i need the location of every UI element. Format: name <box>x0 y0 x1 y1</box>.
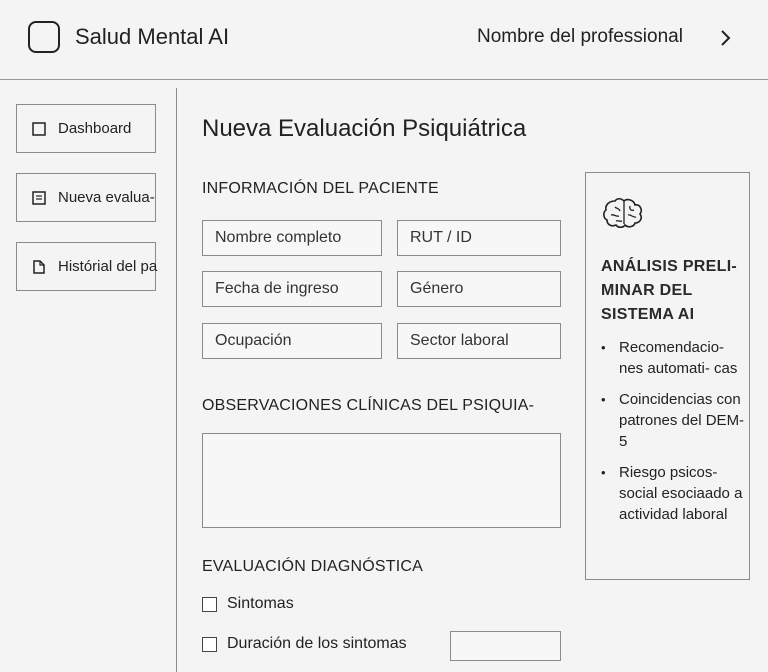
diagnostic-heading: EVALUACIÓN DIAGNÓSTICA <box>202 558 424 575</box>
list-item: Recomendacio- nes automati- cas <box>601 337 747 379</box>
professional-name-link[interactable]: Nombre del professional <box>477 26 683 48</box>
sidebar-item-label: Histórial del pa <box>58 258 158 275</box>
admission-date-input[interactable] <box>202 271 382 307</box>
clinical-observations-textarea[interactable] <box>202 433 561 528</box>
list-item: Riesgo psicos- social esociaado a activi… <box>601 462 747 525</box>
symptoms-label: Sintomas <box>227 595 294 612</box>
clinical-observations-heading: OBSERVACIONES CLÍNICAS DEL PSIQUIA- <box>202 397 535 414</box>
ai-recommendations-list: Recomendacio- nes automati- cas Coincide… <box>601 337 747 535</box>
app-header: Salud Mental AI Nombre del professional <box>0 0 768 80</box>
full-name-input[interactable] <box>202 220 382 256</box>
symptom-duration-input[interactable] <box>450 631 561 661</box>
sidebar-divider <box>176 88 177 672</box>
page-title: Nueva Evaluación Psiquiátrica <box>202 115 527 142</box>
sidebar-item-historial[interactable]: Histórial del pa <box>16 242 158 291</box>
form-icon <box>32 191 46 205</box>
list-item: Coincidencias con patrones del DEM-5 <box>601 389 747 452</box>
occupation-input[interactable] <box>202 323 382 359</box>
square-icon <box>32 122 46 136</box>
sidebar-item-nueva-evaluacion[interactable]: Nueva evalua- <box>16 173 156 222</box>
symptoms-checkbox[interactable] <box>202 597 217 612</box>
document-icon <box>33 260 45 274</box>
ai-analysis-panel: ANÁLISIS PRELI- MINAR DEL SISTEMA AI Rec… <box>585 172 750 580</box>
ai-panel-title: ANÁLISIS PRELI- MINAR DEL SISTEMA AI <box>601 258 738 323</box>
sidebar-item-dashboard[interactable]: Dashboard <box>16 104 156 153</box>
chevron-right-icon[interactable] <box>716 29 734 47</box>
patient-info-heading: INFORMACIÓN DEL PACIENTE <box>202 180 439 197</box>
duration-checkbox[interactable] <box>202 637 217 652</box>
sidebar-item-label: Dashboard <box>58 120 132 137</box>
rut-id-input[interactable] <box>397 220 561 256</box>
gender-input[interactable] <box>397 271 561 307</box>
duration-label: Duración de los sintomas <box>227 635 407 652</box>
sidebar-item-label: Nueva evalua- <box>58 189 155 206</box>
work-sector-input[interactable] <box>397 323 561 359</box>
app-logo-icon <box>28 21 60 53</box>
brain-icon <box>603 197 642 229</box>
app-title: Salud Mental AI <box>75 24 230 49</box>
